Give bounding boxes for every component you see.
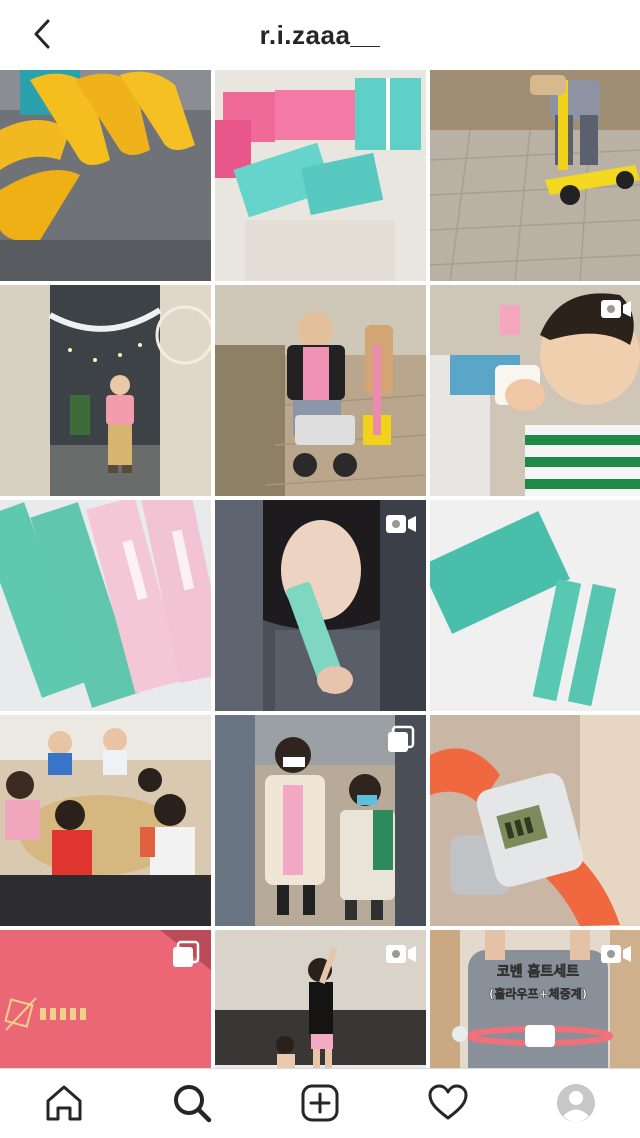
grid-post[interactable] bbox=[430, 70, 640, 281]
new-post-icon bbox=[301, 1084, 339, 1122]
post-image bbox=[430, 715, 640, 926]
grid-post[interactable] bbox=[430, 500, 640, 711]
tab-activity[interactable] bbox=[426, 1081, 470, 1125]
bottom-tab-bar bbox=[0, 1068, 640, 1138]
post-grid: 코벤 홈트세트 (훌라우프+체중계) bbox=[0, 70, 640, 1138]
grid-post[interactable] bbox=[0, 715, 211, 926]
post-caption-line-1: 코벤 홈트세트 bbox=[497, 963, 579, 980]
post-image bbox=[0, 285, 211, 496]
carousel-icon bbox=[388, 725, 415, 752]
grid-post[interactable] bbox=[0, 285, 211, 496]
grid-post[interactable] bbox=[0, 70, 211, 281]
home-icon bbox=[46, 1085, 82, 1121]
video-icon bbox=[601, 300, 631, 318]
carousel-icon bbox=[173, 940, 200, 967]
video-icon bbox=[386, 945, 416, 963]
post-image bbox=[430, 500, 640, 711]
search-icon bbox=[174, 1085, 212, 1123]
grid-post[interactable] bbox=[215, 715, 426, 926]
tab-search[interactable] bbox=[170, 1081, 214, 1125]
grid-post[interactable] bbox=[430, 715, 640, 926]
video-icon bbox=[601, 945, 631, 963]
grid-post[interactable] bbox=[215, 285, 426, 496]
grid-post[interactable] bbox=[430, 285, 640, 496]
post-caption-line-2: (훌라우프+체중계) bbox=[489, 986, 587, 1001]
page-title: r.i.zaaa__ bbox=[259, 20, 381, 50]
tab-new-post[interactable] bbox=[298, 1081, 342, 1125]
post-image bbox=[430, 70, 640, 281]
header-bar: r.i.zaaa__ bbox=[0, 0, 640, 70]
post-image bbox=[0, 70, 211, 281]
video-icon bbox=[386, 515, 416, 533]
post-image bbox=[0, 715, 211, 926]
post-image bbox=[215, 285, 426, 496]
tab-home[interactable] bbox=[42, 1081, 86, 1125]
tab-profile[interactable] bbox=[554, 1081, 598, 1125]
post-image bbox=[215, 70, 426, 281]
grid-post[interactable] bbox=[215, 500, 426, 711]
activity-heart-icon bbox=[428, 1084, 468, 1120]
post-image bbox=[0, 500, 211, 711]
grid-post[interactable] bbox=[0, 500, 211, 711]
profile-avatar-icon bbox=[557, 1084, 595, 1122]
grid-post[interactable] bbox=[215, 70, 426, 281]
